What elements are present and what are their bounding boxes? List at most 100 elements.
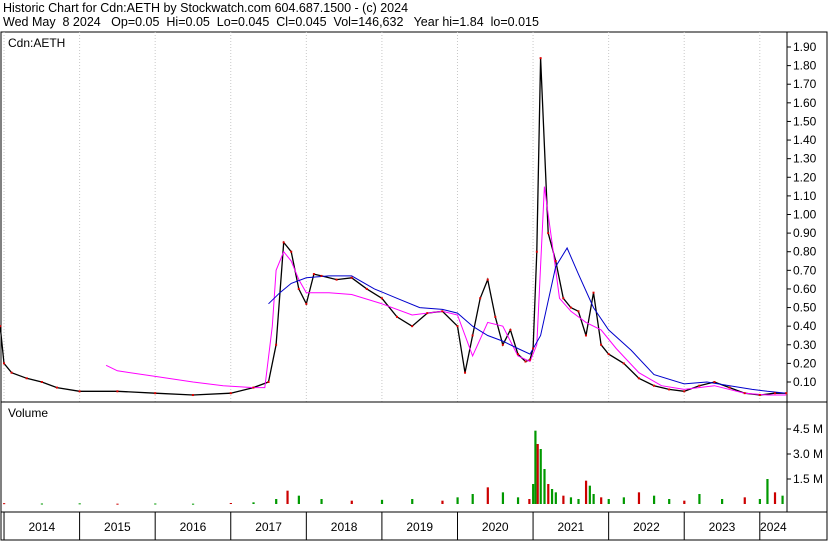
close-marker [312,273,315,276]
close-marker [3,362,6,365]
close-marker [547,232,550,235]
year-tick-label: 2022 [633,520,660,534]
price-tick-label: 1.00 [793,208,817,222]
price-tick-label: 1.60 [793,96,817,110]
close-marker [652,384,655,387]
volume-bar [154,503,157,505]
volume-bar [539,449,542,504]
volume-bar [275,499,278,504]
close-marker [529,358,532,361]
close-marker [25,377,28,380]
volume-bar [501,492,505,504]
volume-bar [758,499,761,504]
volume-bar [773,492,777,504]
close-marker [600,343,603,346]
volume-bar [683,500,686,504]
volume-bar [532,484,535,504]
close-marker [0,325,2,328]
close-marker [622,362,625,365]
close-marker [464,371,467,374]
close-marker [55,386,58,389]
close-marker [592,291,595,294]
close-marker [320,274,323,277]
price-tick-label: 1.30 [793,152,817,166]
volume-bar [78,503,81,505]
close-marker [501,343,504,346]
close-marker [297,287,300,290]
volume-bar [229,503,232,504]
close-marker [426,312,429,315]
close-marker [396,315,399,318]
close-marker [267,381,270,383]
close-marker [411,325,414,328]
close-marker [282,241,285,244]
volume-bar [668,499,671,504]
volume-bar [191,503,195,505]
volume-panel [0,401,828,513]
close-marker [758,394,761,397]
price-tick-label: 1.90 [793,40,817,54]
close-marker [554,260,557,263]
volume-bar [411,499,414,504]
close-marker [40,381,43,383]
volume-bar [588,485,591,504]
year-tick-label: 2014 [28,520,55,534]
close-marker [584,334,587,337]
close-marker [698,384,701,387]
price-tick-label: 0.90 [793,226,817,240]
close-marker [509,328,512,331]
volume-bar [297,495,300,504]
close-marker [335,278,338,281]
close-marker [577,310,580,313]
volume-bar [380,499,384,504]
close-marker [713,381,716,383]
volume-tick-label: 4.5 M [793,422,823,436]
close-marker [728,386,731,389]
price-tick-label: 0.40 [793,319,817,333]
volume-bar [781,495,784,504]
volume-panel-title: Volume [8,406,48,420]
price-tick-label: 0.60 [793,282,817,296]
volume-bar [320,499,323,504]
stock-chart: Cdn:AETH 1.90 1.80 1.70 1.60 1.50 1.40 1.30 1.2… [0,31,828,541]
close-marker [471,334,474,337]
close-marker [365,287,368,290]
volume-bar [554,492,557,504]
volume-bar [441,500,444,504]
volume-bar [116,503,119,505]
close-marker [607,353,610,356]
volume-bar [543,469,546,504]
volume-bar [350,500,353,504]
price-tick-label: 0.80 [793,245,817,259]
volume-bar [569,497,573,504]
volume-bar [516,497,520,504]
volume-bar [286,490,289,504]
volume-bar [743,497,746,504]
volume-bar [528,499,531,504]
volume-tick-label: 1.5 M [793,472,823,486]
close-marker [456,325,459,328]
year-tick-label: 2019 [406,520,433,534]
volume-tick-label: 3.0 M [793,447,823,461]
volume-bar [592,494,595,504]
volume-bar [456,497,459,504]
close-marker [380,297,383,300]
close-marker [441,310,444,313]
close-marker [562,297,565,300]
price-tick-label: 1.80 [793,59,817,73]
close-marker [116,390,119,393]
close-marker [539,57,542,60]
close-marker [479,297,482,300]
volume-bar [607,499,610,504]
price-tick-label: 0.70 [793,263,817,277]
price-tick-label: 0.50 [793,301,817,315]
year-tick-label: 2021 [557,520,584,534]
volume-bar [562,495,565,504]
close-marker [229,392,232,395]
close-marker [668,388,671,391]
year-tick-label: 2016 [180,520,207,534]
year-tick-label: 2018 [331,520,358,534]
close-marker [154,392,157,395]
year-tick-label: 2017 [255,520,282,534]
volume-bar [766,479,769,504]
